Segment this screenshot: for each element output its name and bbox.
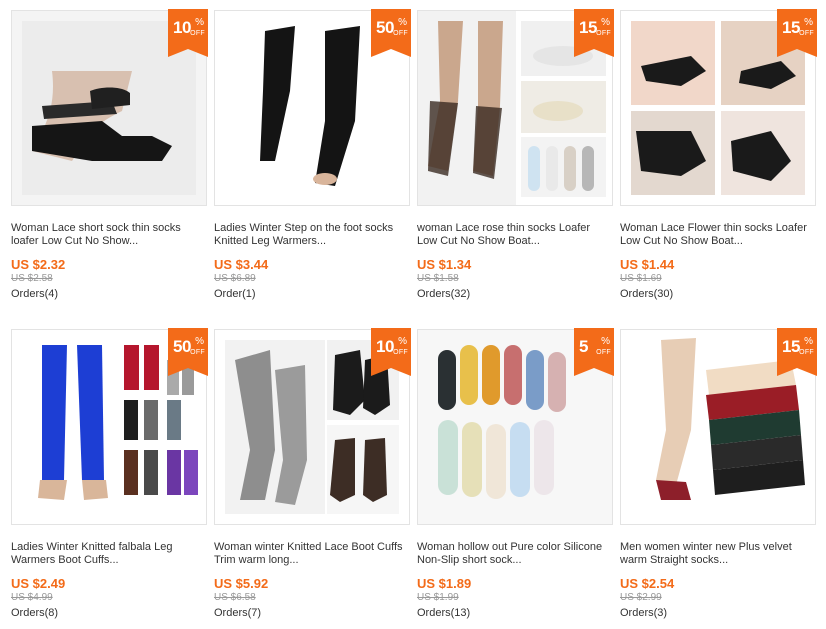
discount-off-label: OFF [799,349,814,356]
product-orders: Order(1) [214,288,256,300]
product-title[interactable]: Woman hollow out Pure color Silicone Non… [417,541,613,567]
discount-percent: % [601,336,610,347]
discount-value: 5 [579,337,588,356]
product-card[interactable]: 50 % OFF Ladies Winter Step on the foot … [214,9,411,310]
discount-percent: % [195,17,204,28]
product-card[interactable]: 15 % OFF Woman Lace Flower thin socks Lo… [620,9,817,310]
product-orders: Orders(13) [417,607,471,619]
discount-off-label: OFF [190,349,205,356]
discount-badge: 50 % OFF [371,9,411,57]
discount-badge: 10 % OFF [371,328,411,376]
product-card[interactable]: 10 % OFF Woman winter Knitted Lace Boot … [214,328,411,629]
discount-percent: % [398,336,407,347]
discount-percent: % [804,17,813,28]
discount-value: 10 [376,337,394,356]
discount-badge: 15 % OFF [777,9,817,57]
discount-value: 50 [376,18,394,37]
product-price: US $3.44 [214,257,269,272]
product-old-price: US $1.99 [417,592,459,603]
product-card[interactable]: 5 % OFF Woman hollow out Pure color Sili… [417,328,614,629]
discount-off-label: OFF [799,30,814,37]
product-orders: Orders(4) [11,288,59,300]
product-title[interactable]: Men women winter new Plus velvet warm St… [620,541,816,567]
discount-badge: 15 % OFF [777,328,817,376]
discount-badge: 15 % OFF [574,9,614,57]
discount-off-label: OFF [393,30,408,37]
discount-value: 15 [782,18,800,37]
product-old-price: US $6.89 [214,273,256,284]
product-price: US $2.32 [11,257,66,272]
product-orders: Orders(7) [214,607,262,619]
product-orders: Orders(30) [620,288,674,300]
discount-value: 50 [173,337,191,356]
product-title[interactable]: Ladies Winter Knitted falbala Leg Warmer… [11,541,207,567]
discount-value: 15 [782,337,800,356]
product-card[interactable]: 50 % OFF Ladies Winter Knitted falbala L… [11,328,208,629]
product-price: US $2.54 [620,576,675,591]
product-old-price: US $1.69 [620,273,662,284]
product-title[interactable]: Woman winter Knitted Lace Boot Cuffs Tri… [214,541,410,567]
discount-off-label: OFF [393,349,408,356]
product-title[interactable]: Woman Lace short sock thin socks loafer … [11,222,207,248]
product-price: US $5.92 [214,576,269,591]
discount-off-label: OFF [596,30,611,37]
product-orders: Orders(32) [417,288,471,300]
discount-off-label: OFF [190,30,205,37]
discount-value: 10 [173,18,191,37]
product-price: US $1.89 [417,576,472,591]
product-orders: Orders(3) [620,607,668,619]
product-orders: Orders(8) [11,607,59,619]
product-card[interactable]: 10 % OFF Woman Lace short sock thin sock… [11,9,208,310]
product-grid: 10 % OFF Woman Lace short sock thin sock… [0,0,826,619]
product-old-price: US $2.58 [11,273,53,284]
product-old-price: US $2.99 [620,592,662,603]
product-old-price: US $6.58 [214,592,256,603]
product-title[interactable]: woman Lace rose thin socks Loafer Low Cu… [417,222,613,248]
discount-percent: % [804,336,813,347]
product-card[interactable]: 15 % OFF woman Lace rose thin socks Loaf… [417,9,614,310]
discount-badge: 5 % OFF [574,328,614,376]
discount-percent: % [195,336,204,347]
product-price: US $2.49 [11,576,66,591]
discount-percent: % [601,17,610,28]
product-title[interactable]: Ladies Winter Step on the foot socks Kni… [214,222,410,248]
product-card[interactable]: 15 % OFF Men women winter new Plus velve… [620,328,817,629]
discount-badge: 50 % OFF [168,328,208,376]
product-old-price: US $4.99 [11,592,53,603]
discount-value: 15 [579,18,597,37]
product-title[interactable]: Woman Lace Flower thin socks Loafer Low … [620,222,816,248]
discount-percent: % [398,17,407,28]
discount-off-label: OFF [596,349,611,356]
product-price: US $1.34 [417,257,472,272]
product-old-price: US $1.58 [417,273,459,284]
discount-badge: 10 % OFF [168,9,208,57]
product-price: US $1.44 [620,257,675,272]
